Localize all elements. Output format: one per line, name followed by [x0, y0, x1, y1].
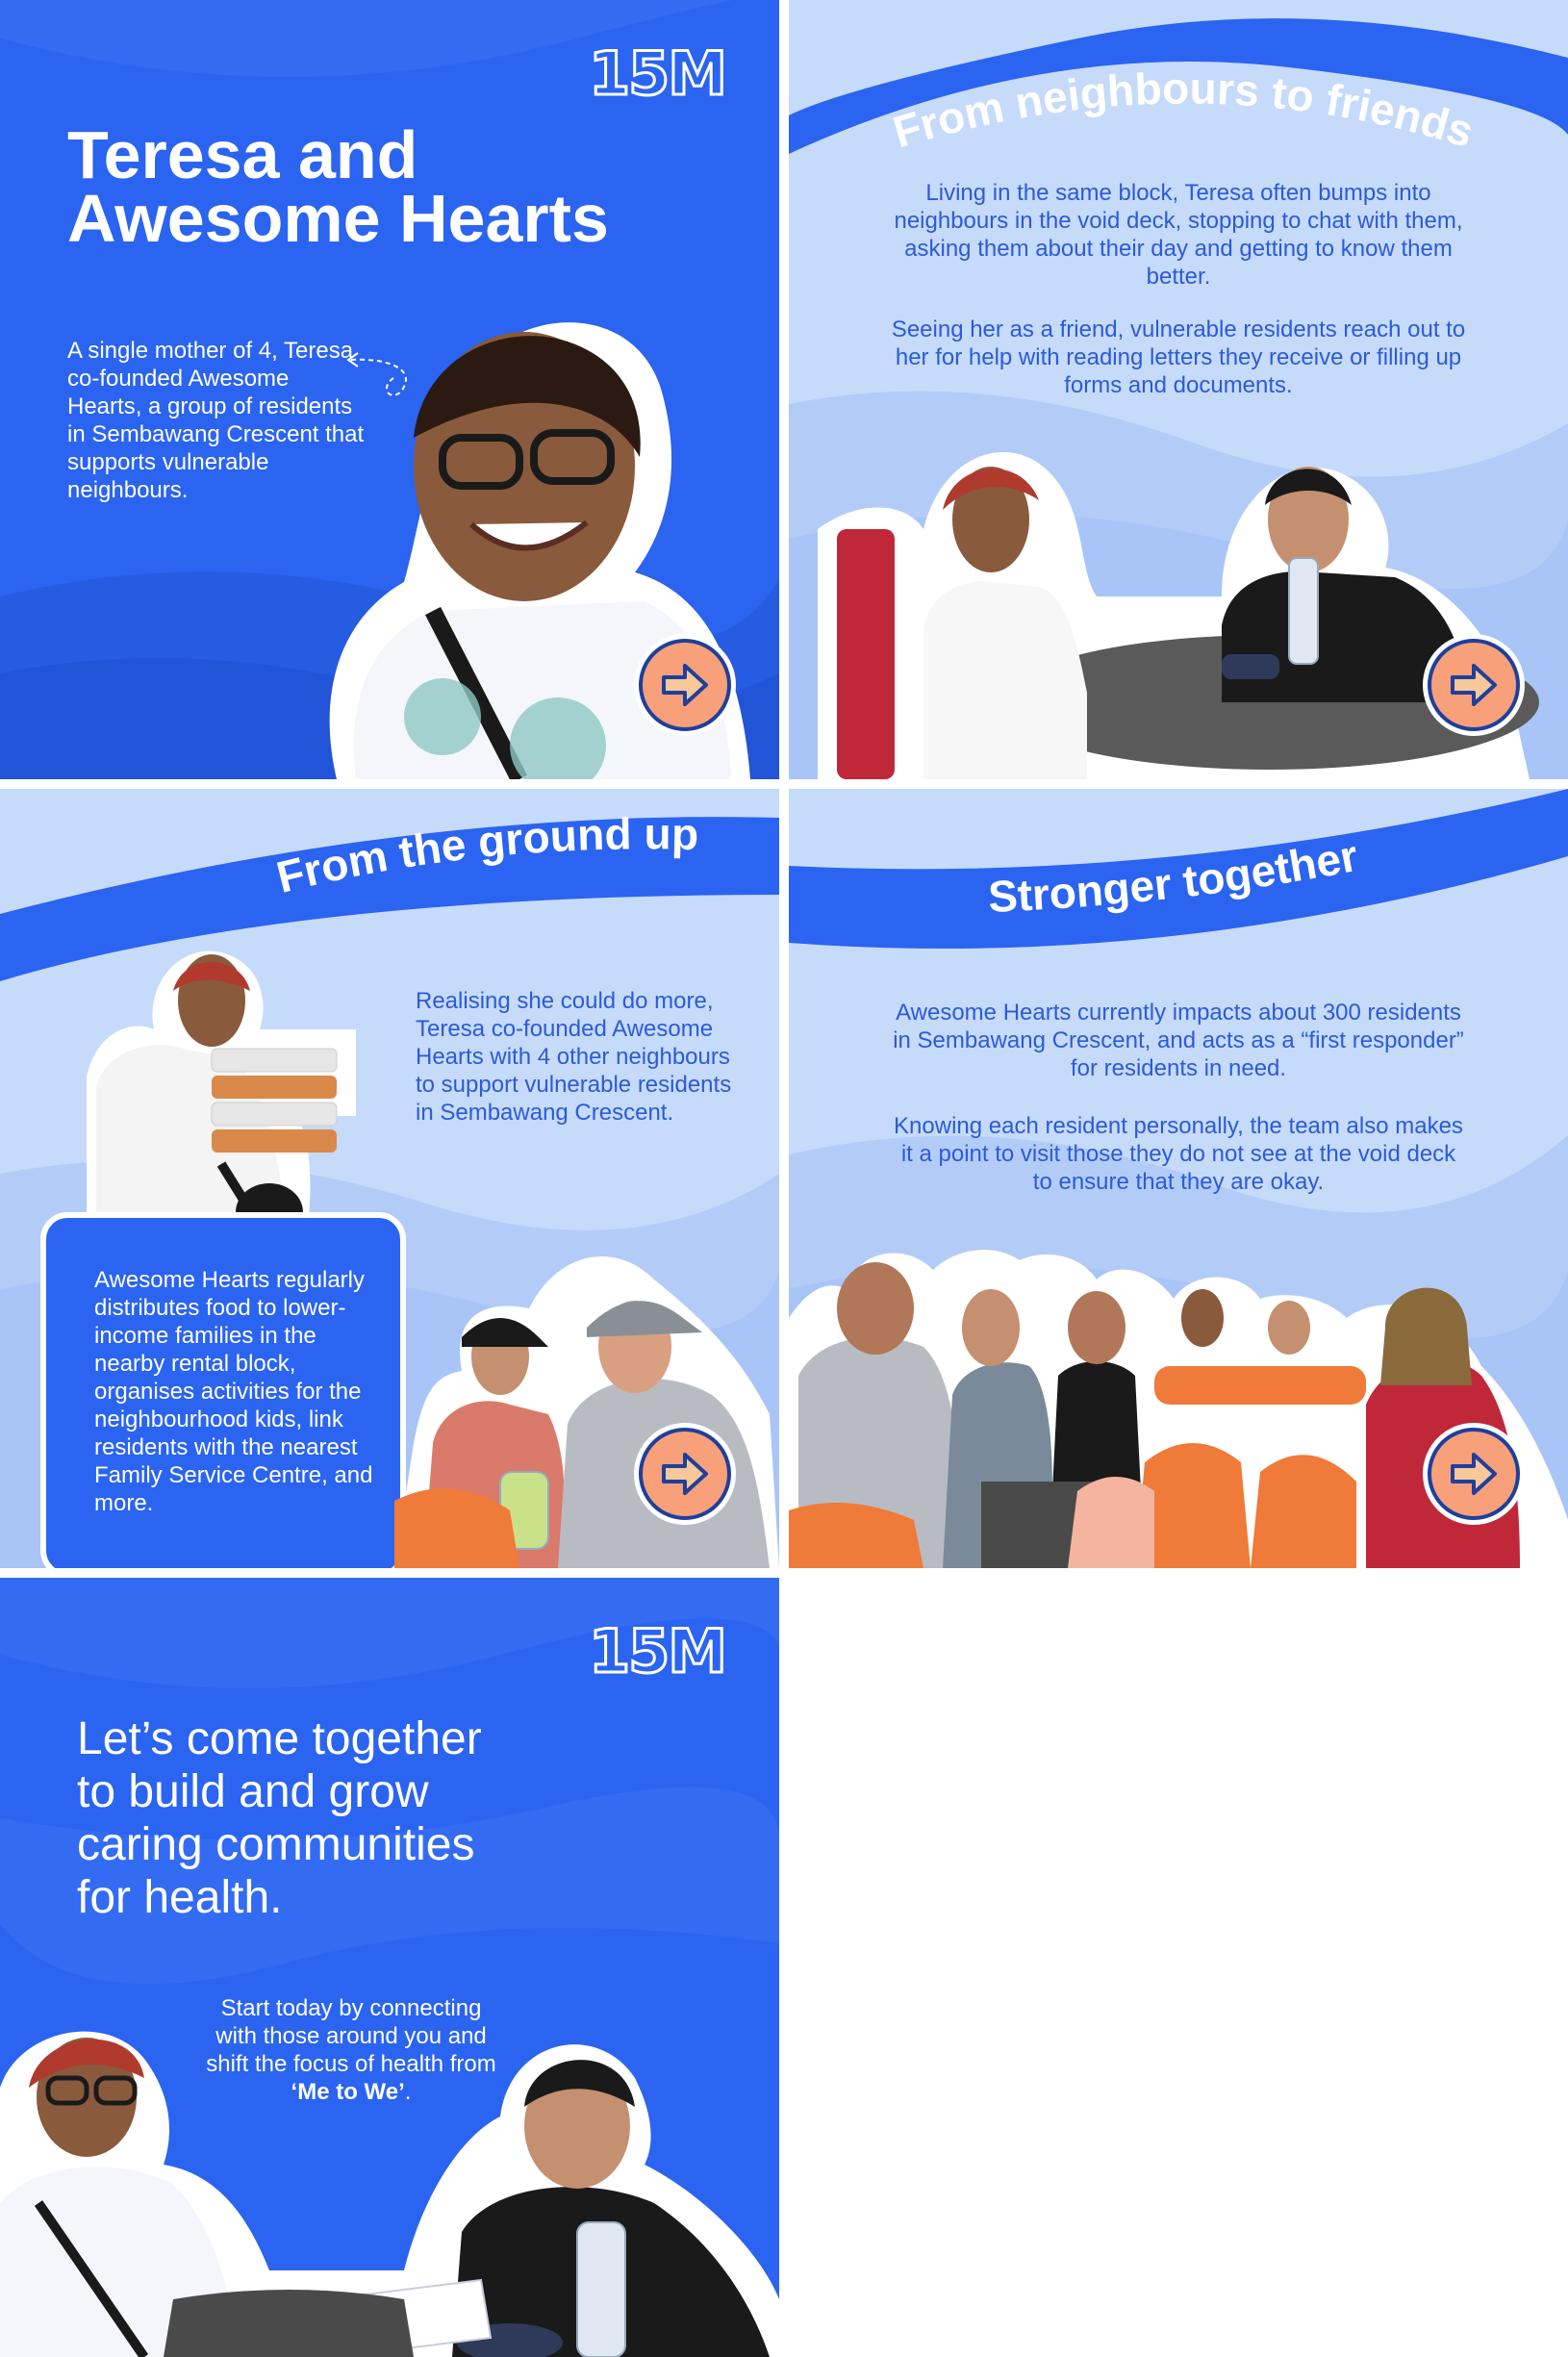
teresa-with-food-photo: [87, 950, 356, 1241]
next-slide-button[interactable]: [1428, 639, 1520, 731]
brand-logo: 15M: [588, 1615, 729, 1688]
chat-photo: [818, 452, 1539, 779]
next-slide-button[interactable]: [639, 1428, 731, 1520]
body-paragraph-1: Living in the same block, Teresa often b…: [894, 180, 1463, 290]
laughing-pair-photo: [0, 2031, 779, 2357]
info-box-text: Awesome Hearts regularly distributes foo…: [94, 1267, 373, 1516]
next-slide-button[interactable]: [639, 639, 731, 731]
body-paragraph-1: Realising she could do more, Teresa co-f…: [416, 988, 732, 1126]
slide-heading-wrap: From the ground up: [221, 808, 760, 914]
slide-5: 15M Let’s come together to build and gro…: [0, 1578, 779, 2357]
body-paragraph-1: Awesome Hearts currently impacts about 3…: [893, 1000, 1464, 1081]
arrow-right-icon: [1451, 1453, 1497, 1495]
arrow-right-icon: [1451, 664, 1497, 706]
volunteers-packing-photo: [394, 1256, 779, 1568]
slide-title: Teresa and Awesome Hearts: [67, 117, 609, 256]
svg-text:From neighbours to friends: From neighbours to friends: [888, 63, 1479, 157]
residents-group-photo: [789, 1250, 1568, 1568]
slide-heading-wrap: Stronger together: [885, 818, 1462, 924]
arrow-right-icon: [662, 664, 708, 706]
slide-1: 15M Teresa and Awesome Hearts A single m…: [0, 0, 779, 779]
next-slide-button[interactable]: [1428, 1428, 1520, 1520]
slide-2: From neighbours to friends Living in the…: [789, 0, 1568, 779]
slide-heading: From neighbours to friends: [888, 63, 1479, 157]
body-paragraph-2: Knowing each resident personally, the te…: [894, 1113, 1463, 1195]
slide-4: Stronger together Awesome Hearts current…: [789, 789, 1568, 1568]
closing-headline: Let’s come together to build and grow ca…: [77, 1713, 482, 1923]
info-box: Awesome Hearts regularly distributes foo…: [40, 1212, 406, 1568]
slide-heading: From the ground up: [272, 808, 699, 902]
slide-3: From the ground up Realising she could d…: [0, 789, 779, 1568]
body-paragraph-2: Seeing her as a friend, vulnerable resid…: [891, 317, 1466, 398]
brand-logo: 15M: [588, 38, 729, 111]
slide-heading-wrap: From neighbours to friends: [871, 58, 1496, 164]
arrow-right-icon: [662, 1453, 708, 1495]
svg-text:From the ground up: From the ground up: [272, 808, 699, 902]
svg-text:Stronger together: Stronger together: [987, 830, 1362, 922]
slide-heading: Stronger together: [987, 830, 1362, 922]
